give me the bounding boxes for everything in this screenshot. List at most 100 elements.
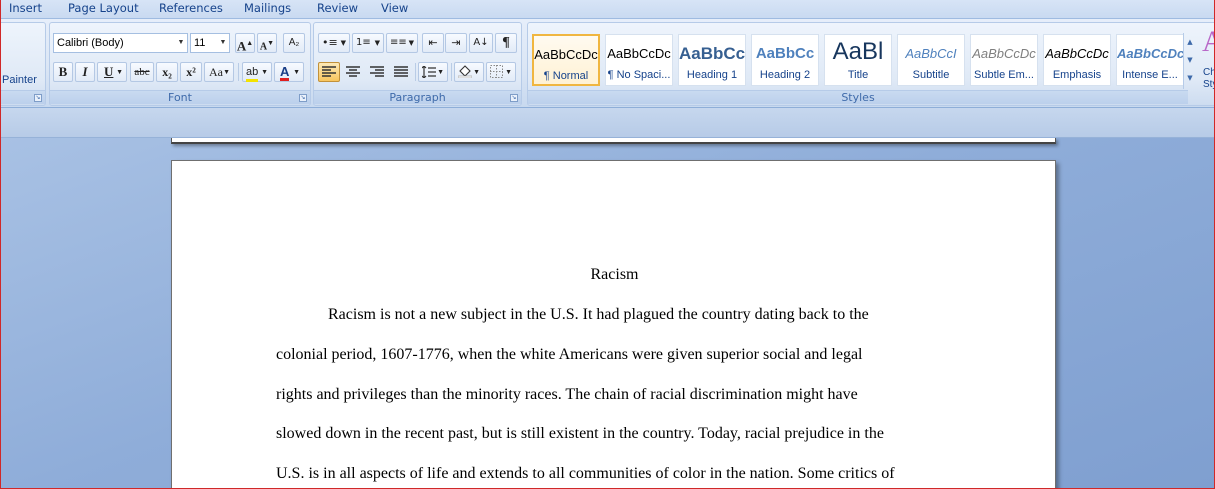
style-sample: AaBbCcDc — [972, 46, 1036, 61]
shrink-font-button[interactable]: A▼ — [257, 33, 277, 53]
format-painter-button[interactable]: Painter — [2, 74, 37, 86]
tab-page-layout[interactable]: Page Layout — [68, 1, 139, 15]
gallery-down-arrow-icon[interactable]: ▼ — [1184, 51, 1196, 69]
chevron-down-icon: ▼ — [473, 68, 480, 76]
chevron-down-icon: ▼ — [293, 68, 300, 76]
style-subtitle[interactable]: AaBbCcI Subtitle — [897, 34, 965, 86]
chevron-down-icon: ▼ — [374, 39, 380, 47]
line-spacing-icon — [421, 65, 436, 79]
borders-icon — [490, 65, 503, 78]
multilevel-list-button[interactable]: ≡≡ ▼ — [386, 33, 418, 53]
grow-font-icon: A — [236, 38, 247, 54]
multilevel-list-icon: ≡≡ — [390, 37, 407, 48]
style-sample: AaBbCc — [679, 44, 745, 63]
line-spacing-button[interactable]: ▼ — [418, 62, 448, 82]
align-center-button[interactable] — [342, 62, 364, 82]
underline-label: U — [104, 64, 114, 79]
styles-group: AaBbCcDc ¶ Normal AaBbCcDc ¶ No Spaci...… — [527, 22, 1215, 106]
numbering-button[interactable]: 1≡ ▼ — [352, 33, 384, 53]
subscript-button[interactable]: x₂ — [156, 62, 178, 82]
bullets-button[interactable]: •≡ ▼ — [318, 33, 350, 53]
strikethrough-button[interactable]: abc — [130, 62, 154, 82]
justify-button[interactable] — [390, 62, 412, 82]
decrease-indent-button[interactable]: ⇤ — [422, 33, 444, 53]
font-family-combo[interactable]: Calibri (Body) ▼ — [53, 33, 188, 53]
highlighter-icon: ab — [246, 66, 259, 82]
font-group-label: Font — [50, 90, 310, 104]
bullet-list-icon: •≡ — [322, 36, 338, 49]
chevron-down-icon: ▼ — [261, 68, 268, 76]
document-area: Racism Racism is not a new subject in th… — [0, 138, 1215, 489]
style-no-spacing[interactable]: AaBbCcDc ¶ No Spaci... — [605, 34, 673, 86]
superscript-button[interactable]: x² — [180, 62, 202, 82]
decrease-indent-icon: ⇤ — [428, 36, 438, 49]
style-intense-emphasis[interactable]: AaBbCcDc Intense E... — [1116, 34, 1184, 86]
paragraph-dialog-launcher-icon[interactable]: ↘ — [510, 94, 518, 102]
separator — [451, 63, 452, 81]
style-heading-2[interactable]: AaBbCc Heading 2 — [751, 34, 819, 86]
font-dialog-launcher-icon[interactable]: ↘ — [299, 94, 307, 102]
numbered-list-icon: 1≡ — [356, 37, 371, 48]
borders-button[interactable]: ▼ — [486, 62, 516, 82]
align-right-button[interactable] — [366, 62, 388, 82]
document-page[interactable]: Racism Racism is not a new subject in th… — [171, 160, 1056, 489]
ruler-bar — [0, 108, 1215, 138]
tab-view[interactable]: View — [381, 1, 408, 15]
bold-button[interactable]: B — [53, 62, 73, 82]
tab-mailings[interactable]: Mailings — [244, 1, 291, 15]
gallery-more-icon[interactable]: ▼ — [1184, 69, 1196, 87]
change-case-button[interactable]: Aa ▼ — [204, 62, 234, 82]
clipboard-dialog-launcher-icon[interactable]: ↘ — [34, 94, 42, 102]
gallery-up-arrow-icon[interactable]: ▲ — [1184, 33, 1196, 51]
clear-formatting-button[interactable]: A₂ — [283, 33, 305, 53]
style-sample: AaBbCcDc — [607, 46, 671, 61]
align-right-icon — [370, 66, 384, 77]
italic-button[interactable]: I — [75, 62, 95, 82]
style-sample: AaBl — [832, 39, 884, 65]
chevron-down-icon: ▼ — [408, 39, 414, 47]
chevron-down-icon: ▼ — [340, 39, 346, 47]
change-styles-icon: A — [1202, 25, 1215, 58]
tab-review[interactable]: Review — [317, 1, 358, 15]
style-title[interactable]: AaBl Title — [824, 34, 892, 86]
font-size-value: 11 — [194, 37, 206, 49]
shading-button[interactable]: ▼ — [454, 62, 484, 82]
pilcrow-icon: ¶ — [502, 35, 510, 50]
show-formatting-marks-button[interactable]: ¶ — [495, 33, 517, 53]
align-center-icon — [346, 66, 360, 77]
style-emphasis[interactable]: AaBbCcDc Emphasis — [1043, 34, 1111, 86]
style-sample: AaBbCcDc — [534, 47, 598, 62]
style-name: Subtle Em... — [974, 69, 1034, 81]
document-line: colonial period, 1607-1776, when the whi… — [276, 346, 863, 363]
justify-icon — [394, 66, 408, 77]
style-normal[interactable]: AaBbCcDc ¶ Normal — [532, 34, 600, 86]
ribbon: Painter ↘ Calibri (Body) ▼ 11 ▼ A▲ A▼ A₂… — [0, 18, 1215, 108]
document-line: slowed down in the recent past, but is s… — [276, 425, 884, 442]
change-styles-button[interactable]: A Ch Sty — [1200, 25, 1215, 90]
sort-button[interactable]: A↓ — [469, 33, 493, 53]
underline-button[interactable]: U ▼ — [97, 62, 127, 82]
ribbon-tab-strip: Insert Page Layout References Mailings R… — [0, 0, 1215, 18]
change-case-label: Aa — [209, 65, 223, 79]
increase-indent-button[interactable]: ⇥ — [445, 33, 467, 53]
increase-indent-icon: ⇥ — [451, 36, 461, 49]
style-name: ¶ Normal — [543, 70, 589, 82]
styles-gallery-scroll: ▲ ▼ ▼ — [1183, 33, 1196, 89]
tab-references[interactable]: References — [159, 1, 223, 15]
style-subtle-emphasis[interactable]: AaBbCcDc Subtle Em... — [970, 34, 1038, 86]
chevron-down-icon: ▼ — [116, 68, 123, 76]
previous-page-bottom-edge — [171, 138, 1056, 144]
align-left-icon — [322, 66, 336, 77]
grow-font-button[interactable]: A▲ — [235, 33, 255, 53]
change-styles-label-line1: Ch — [1203, 67, 1215, 78]
chevron-down-icon: ▼ — [219, 39, 227, 46]
font-color-button[interactable]: A ▼ — [274, 62, 304, 82]
highlight-color-button[interactable]: ab ▼ — [242, 62, 272, 82]
document-title: Racism — [590, 266, 639, 283]
align-left-button[interactable] — [318, 62, 340, 82]
paint-bucket-icon — [457, 65, 473, 79]
style-heading-1[interactable]: AaBbCc Heading 1 — [678, 34, 746, 86]
sort-az-icon: A↓ — [473, 37, 489, 48]
font-size-combo[interactable]: 11 ▼ — [190, 33, 230, 53]
tab-insert[interactable]: Insert — [9, 1, 42, 15]
